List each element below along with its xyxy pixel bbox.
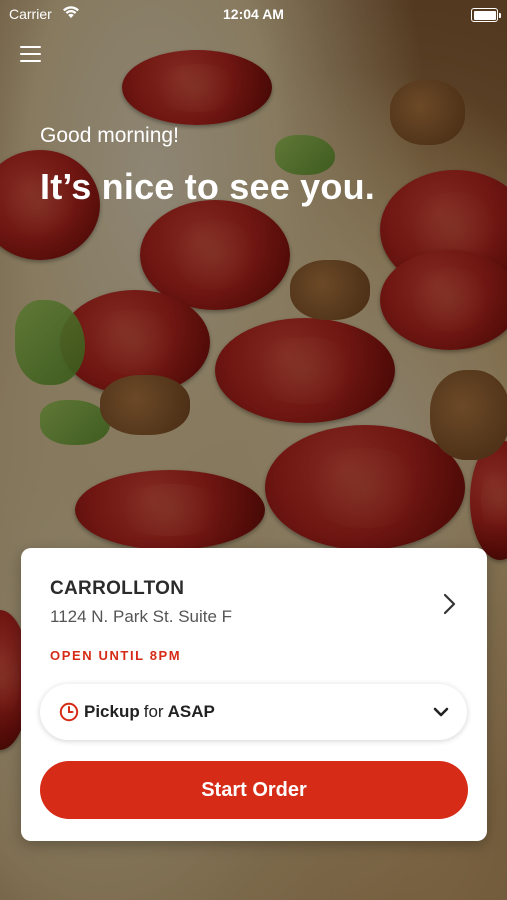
greeting-text: Good morning!	[40, 124, 179, 147]
clock-time: 12:04 AM	[223, 6, 284, 22]
clock-icon	[59, 702, 79, 722]
location-address: 1124 N. Park St. Suite F	[50, 607, 233, 626]
location-name[interactable]: CARROLLTON	[50, 578, 184, 600]
start-order-button[interactable]: Start Order	[40, 761, 468, 819]
order-mode-selector[interactable]: Pickup for ASAP	[40, 684, 467, 740]
order-mode-label: Pickup for ASAP	[84, 702, 215, 722]
chevron-down-icon	[433, 707, 449, 717]
status-bar: Carrier 12:04 AM	[0, 0, 507, 30]
headline-text: It’s nice to see you.	[40, 166, 375, 207]
chevron-right-icon[interactable]	[437, 592, 461, 616]
order-mode-value: Pickup	[84, 702, 140, 721]
hamburger-menu-icon[interactable]	[20, 46, 41, 64]
hours-status: OPEN UNTIL 8PM	[50, 648, 182, 663]
order-time-value: ASAP	[167, 702, 215, 721]
app-screen: Carrier 12:04 AM Good morning! It’s nice…	[0, 0, 507, 900]
order-mode-connector: for	[143, 702, 164, 721]
location-card: CARROLLTON 1124 N. Park St. Suite F OPEN…	[21, 548, 487, 841]
battery-icon	[471, 8, 501, 22]
